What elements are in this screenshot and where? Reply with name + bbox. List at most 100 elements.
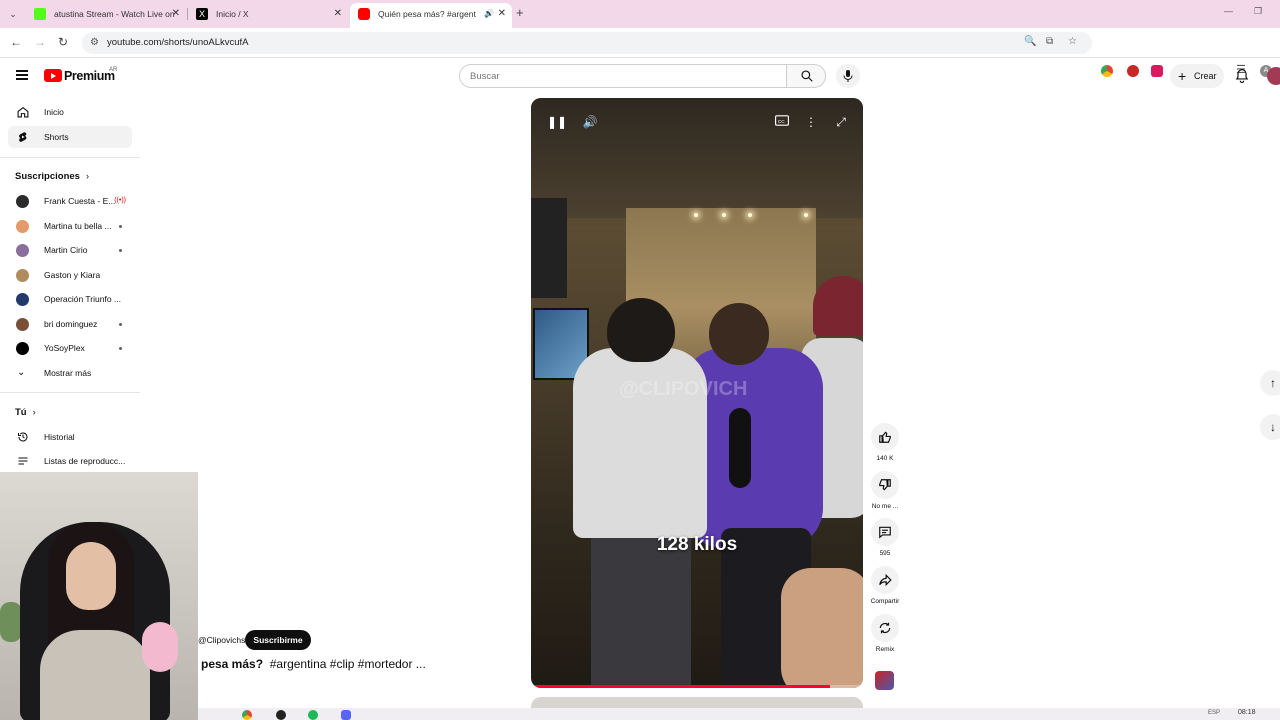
x-favicon-icon: X: [196, 8, 208, 20]
video-scene-person: [607, 298, 675, 362]
extension-shield-icon[interactable]: [1151, 65, 1163, 77]
share-icon: [879, 573, 892, 587]
bookmark-star-icon[interactable]: ☆: [1068, 36, 1077, 47]
subscription-item[interactable]: Gaston y Kiara: [14, 265, 130, 285]
video-caption: 128 kilos: [656, 534, 738, 555]
site-info-icon[interactable]: ⚙: [90, 37, 99, 48]
chrome-taskbar-icon[interactable]: [242, 710, 252, 720]
forward-icon[interactable]: →: [34, 35, 46, 49]
video-progress-bar[interactable]: [531, 685, 863, 688]
close-icon[interactable]: ✕: [172, 3, 180, 25]
audio-playing-icon[interactable]: 🔊: [484, 3, 494, 25]
next-short-arrow-icon[interactable]: ↓: [1260, 414, 1280, 440]
youtube-premium-brand[interactable]: Premium: [64, 69, 115, 83]
avatar: [16, 342, 29, 355]
app-taskbar-icon[interactable]: [276, 710, 286, 720]
dislike-button[interactable]: No me ...: [869, 471, 901, 510]
share-button[interactable]: Compartir: [869, 566, 901, 605]
subscription-item[interactable]: YoSoyPlex: [14, 338, 130, 358]
tab-x[interactable]: X Inicio / X ✕: [188, 3, 348, 25]
reload-icon[interactable]: ↻: [58, 35, 68, 49]
subscription-label: Operación Triunfo ...: [44, 294, 122, 304]
spotify-taskbar-icon[interactable]: [308, 710, 318, 720]
close-icon[interactable]: ✕: [498, 3, 506, 25]
playlist-icon: [18, 457, 28, 465]
zoom-icon[interactable]: 🔍: [1024, 36, 1036, 47]
share-label: Compartir: [870, 598, 900, 605]
tab-kick[interactable]: atustina Stream - Watch Live on ✕: [26, 3, 186, 25]
home-icon: [17, 106, 29, 118]
more-options-icon[interactable]: ⋮: [802, 114, 820, 130]
tab-title: Quién pesa más? #argentin: [378, 9, 476, 19]
channel-name[interactable]: @Clipovichs: [198, 635, 245, 645]
sidebar-item-label: Shorts: [44, 132, 69, 142]
previous-short-arrow-icon[interactable]: ↑: [1260, 370, 1280, 396]
extension-color-icon[interactable]: [1101, 65, 1113, 77]
subscribe-button[interactable]: Suscribirme: [245, 630, 311, 650]
sidebar-item-label: Inicio: [44, 107, 64, 117]
account-avatar[interactable]: [1267, 67, 1280, 85]
comment-icon: [879, 526, 891, 539]
shorts-icon: [19, 132, 27, 142]
subscriptions-heading[interactable]: Suscripciones ›: [15, 171, 89, 182]
tab-youtube-active[interactable]: Quién pesa más? #argentin 🔊 ✕: [350, 3, 512, 28]
microphone-icon: [843, 70, 853, 82]
live-indicator-icon: ((•)): [114, 197, 126, 204]
extension-adblock-icon[interactable]: [1127, 65, 1139, 77]
video-scene-person: [781, 568, 863, 688]
you-heading[interactable]: Tú ›: [15, 407, 36, 418]
youtube-logo-icon[interactable]: [44, 69, 62, 82]
close-icon[interactable]: ✕: [334, 3, 342, 25]
shorts-video-player[interactable]: @CLIPOVICH 128 kilos ❚❚ 🔊 CC ⋮ ⤢: [531, 98, 863, 688]
region-code: AR: [109, 67, 118, 73]
new-tab-button[interactable]: +: [516, 5, 524, 20]
subscriptions-heading-label: Suscripciones: [15, 171, 80, 182]
cast-icon[interactable]: ⧉: [1046, 36, 1053, 47]
subscription-item[interactable]: Frank Cuesta - E... ((•)): [14, 191, 130, 211]
search-button[interactable]: [786, 64, 826, 88]
notifications-bell-icon[interactable]: [1235, 68, 1249, 88]
tab-search-button[interactable]: ⌄: [4, 6, 22, 22]
sidebar-item-shorts[interactable]: Shorts: [8, 126, 132, 148]
back-icon[interactable]: ←: [10, 35, 22, 49]
create-button[interactable]: + Crear: [1170, 64, 1224, 88]
sound-thumbnail[interactable]: [875, 671, 894, 690]
sidebar-item-label: Historial: [44, 432, 75, 442]
chevron-right-icon: ›: [32, 407, 36, 417]
search-input[interactable]: [460, 65, 786, 87]
sidebar-item-inicio[interactable]: Inicio: [8, 101, 132, 123]
like-button[interactable]: 140 K: [869, 423, 901, 462]
subscription-item[interactable]: bri dominguez: [14, 314, 130, 334]
pause-icon[interactable]: ❚❚: [547, 114, 567, 130]
video-title[interactable]: pesa más? #argentina #clip #mortedor ...: [201, 657, 426, 671]
show-more-button[interactable]: ⌄ Mostrar más: [14, 363, 130, 383]
kick-favicon-icon: [34, 8, 46, 20]
language-indicator[interactable]: ESP: [1208, 710, 1220, 716]
subscription-item[interactable]: Operación Triunfo ...: [14, 289, 130, 309]
omnibox[interactable]: ⚙ youtube.com/shorts/unoALkvcufA 🔍 ⧉ ☆: [82, 32, 1092, 54]
subscription-item[interactable]: Martin Cirio: [14, 240, 130, 260]
voice-search-button[interactable]: [836, 64, 860, 88]
subscription-item[interactable]: Martina tu bella ...: [14, 216, 130, 236]
minimize-icon[interactable]: —: [1224, 6, 1233, 16]
search-field[interactable]: [459, 64, 787, 88]
sidebar-divider: [0, 392, 140, 393]
remix-button[interactable]: Remix: [869, 614, 901, 653]
captions-icon[interactable]: CC: [773, 114, 791, 130]
sidebar-item-playlists[interactable]: Listas de reproducc...: [8, 450, 132, 472]
fullscreen-icon[interactable]: ⤢: [832, 114, 850, 130]
sidebar-item-historial[interactable]: Historial: [8, 426, 132, 448]
video-title-tags[interactable]: #argentina #clip #mortedor ...: [270, 657, 426, 671]
maximize-icon[interactable]: ❐: [1254, 6, 1262, 17]
system-clock[interactable]: 08:18: [1238, 709, 1256, 716]
browser-tab-bar: ⌄ atustina Stream - Watch Live on ✕ X In…: [0, 0, 1280, 28]
subscription-label: Martina tu bella ...: [44, 221, 112, 231]
os-taskbar: ESP 08:18: [198, 708, 1280, 720]
volume-icon[interactable]: 🔊: [581, 114, 599, 130]
history-icon: [18, 432, 28, 442]
thumbs-up-icon: [879, 431, 891, 443]
discord-taskbar-icon[interactable]: [341, 710, 351, 720]
comments-button[interactable]: 595: [869, 518, 901, 557]
menu-icon[interactable]: [16, 70, 28, 80]
url-text[interactable]: youtube.com/shorts/unoALkvcufA: [107, 37, 249, 48]
